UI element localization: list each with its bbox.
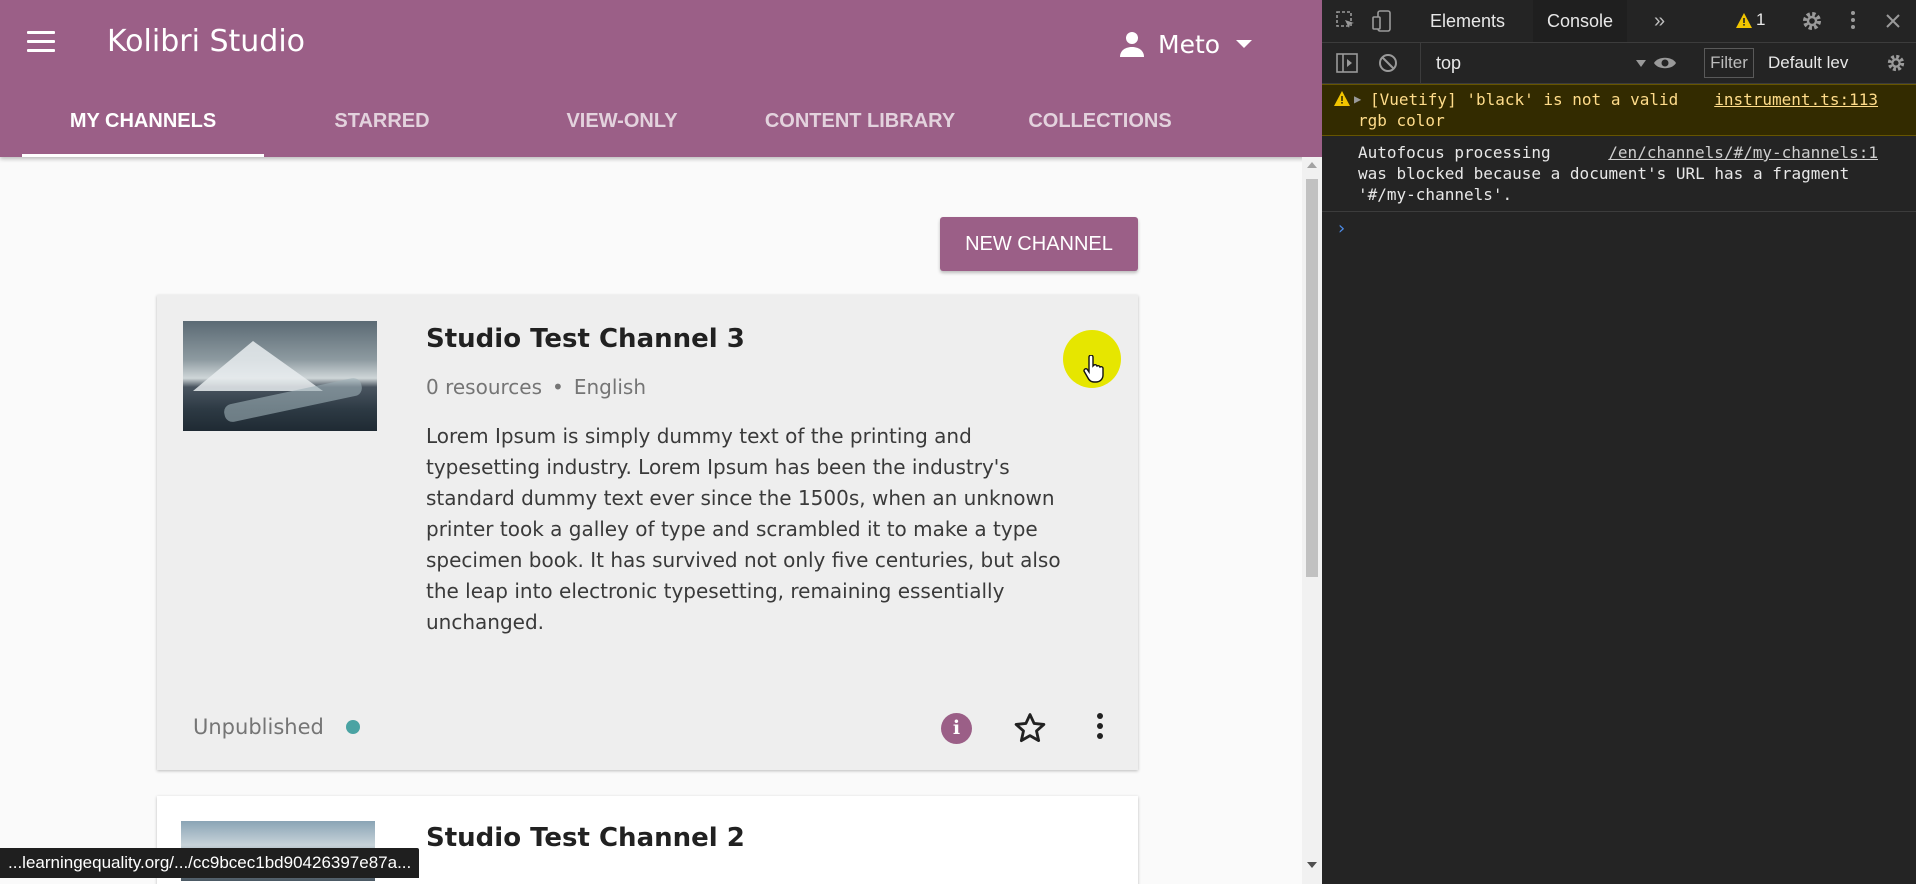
user-name: Meto xyxy=(1158,29,1221,59)
console-warning-message: ▶ [Vuetify] 'black' is not a valid instru… xyxy=(1322,84,1916,136)
info-source-link[interactable]: /en/channels/#/my-channels:1 xyxy=(1608,142,1878,163)
app-header: Kolibri Studio Meto MY CHANNELS STARRED … xyxy=(0,0,1322,157)
new-channel-button[interactable]: NEW CHANNEL xyxy=(940,217,1138,271)
channel-card[interactable]: Studio Test Channel 3 0 resources • Englis… xyxy=(157,295,1138,770)
toolbar-divider xyxy=(1420,43,1421,83)
scrollbar-thumb[interactable] xyxy=(1306,179,1318,577)
warning-text-line1: [Vuetify] 'black' is not a valid xyxy=(1370,90,1679,109)
tab-view-only[interactable]: VIEW-ONLY xyxy=(500,96,744,157)
live-expression-eye-icon[interactable] xyxy=(1653,55,1677,71)
close-icon[interactable] xyxy=(1885,13,1901,29)
warning-text-line2: rgb color xyxy=(1358,111,1445,130)
sidebar-toggle-icon[interactable] xyxy=(1336,53,1358,73)
info-text-line3: '#/my-channels'. xyxy=(1358,185,1513,204)
resource-count: 0 resources xyxy=(426,375,543,399)
info-text-line2: was blocked because a document's URL has… xyxy=(1358,164,1850,183)
menu-icon[interactable] xyxy=(27,31,55,55)
channel-thumbnail xyxy=(183,321,377,431)
warning-count: 1 xyxy=(1756,10,1766,29)
channel-meta: 0 resources • English xyxy=(426,375,646,399)
channel-title: Studio Test Channel 2 xyxy=(426,823,745,853)
console-log: ▶ [Vuetify] 'black' is not a valid instru… xyxy=(1322,84,1916,239)
info-icon[interactable]: i xyxy=(941,713,972,744)
user-menu[interactable]: Meto xyxy=(1120,24,1253,64)
device-toolbar-icon[interactable] xyxy=(1372,10,1392,32)
more-vertical-icon[interactable] xyxy=(1095,713,1105,745)
expand-arrow-icon[interactable]: ▶ xyxy=(1354,89,1361,110)
devtools-tabbar: Elements Console » 1 xyxy=(1322,0,1916,43)
warning-counter[interactable]: 1 xyxy=(1736,10,1765,30)
scroll-down-icon[interactable] xyxy=(1307,862,1317,868)
more-tabs-icon[interactable]: » xyxy=(1640,0,1679,42)
channel-tabs: MY CHANNELS STARRED VIEW-ONLY CONTENT LI… xyxy=(22,96,1224,157)
status-label: Unpublished xyxy=(193,715,324,739)
kebab-menu-icon[interactable] xyxy=(1851,11,1857,29)
devtools-panel: Elements Console » 1 top Filter Default … xyxy=(1322,0,1916,884)
console-toolbar: top Filter Default lev xyxy=(1322,43,1916,84)
warning-icon xyxy=(1736,12,1752,28)
star-icon[interactable] xyxy=(1013,711,1047,745)
vertical-scrollbar[interactable] xyxy=(1302,157,1322,884)
channel-description: Lorem Ipsum is simply dummy text of the … xyxy=(426,424,1061,634)
tab-collections[interactable]: COLLECTIONS xyxy=(976,96,1224,157)
context-select[interactable]: top xyxy=(1428,49,1646,77)
channel-title: Studio Test Channel 3 xyxy=(426,324,745,354)
inspect-element-icon[interactable] xyxy=(1336,11,1356,31)
tab-my-channels[interactable]: MY CHANNELS xyxy=(22,96,264,157)
console-info-message: Autofocus processing/en/channels/#/my-ch… xyxy=(1322,136,1916,212)
scroll-up-icon[interactable] xyxy=(1307,162,1317,168)
chevron-down-icon xyxy=(1236,40,1253,48)
console-prompt[interactable]: › xyxy=(1322,212,1916,239)
kolibri-studio-app: Kolibri Studio Meto MY CHANNELS STARRED … xyxy=(0,0,1322,884)
warning-icon xyxy=(1334,91,1350,106)
tab-starred[interactable]: STARRED xyxy=(264,96,500,157)
status-dot xyxy=(345,720,360,734)
info-text-line1: Autofocus processing xyxy=(1358,143,1551,162)
channel-language: English xyxy=(573,375,647,399)
filter-input[interactable]: Filter xyxy=(1704,48,1754,78)
tab-console[interactable]: Console xyxy=(1533,0,1628,42)
console-settings-gear-icon[interactable] xyxy=(1886,53,1906,73)
tab-content-library[interactable]: CONTENT LIBRARY xyxy=(744,96,976,157)
hand-cursor-icon xyxy=(1083,355,1104,383)
settings-gear-icon[interactable] xyxy=(1801,10,1823,32)
context-value: top xyxy=(1436,53,1462,73)
warning-source-link[interactable]: instrument.ts:113 xyxy=(1714,89,1878,110)
app-title: Kolibri Studio xyxy=(107,24,306,59)
publish-status: Unpublished xyxy=(193,715,360,739)
person-icon xyxy=(1120,32,1144,57)
meta-separator: • xyxy=(552,375,564,399)
clear-console-icon[interactable] xyxy=(1378,53,1398,73)
dropdown-arrow-icon xyxy=(1636,60,1646,67)
link-status-bar: ...learningequality.org/.../cc9bcec1bd90… xyxy=(0,848,420,878)
log-levels-select[interactable]: Default lev xyxy=(1768,49,1854,77)
tab-elements[interactable]: Elements xyxy=(1416,0,1519,42)
